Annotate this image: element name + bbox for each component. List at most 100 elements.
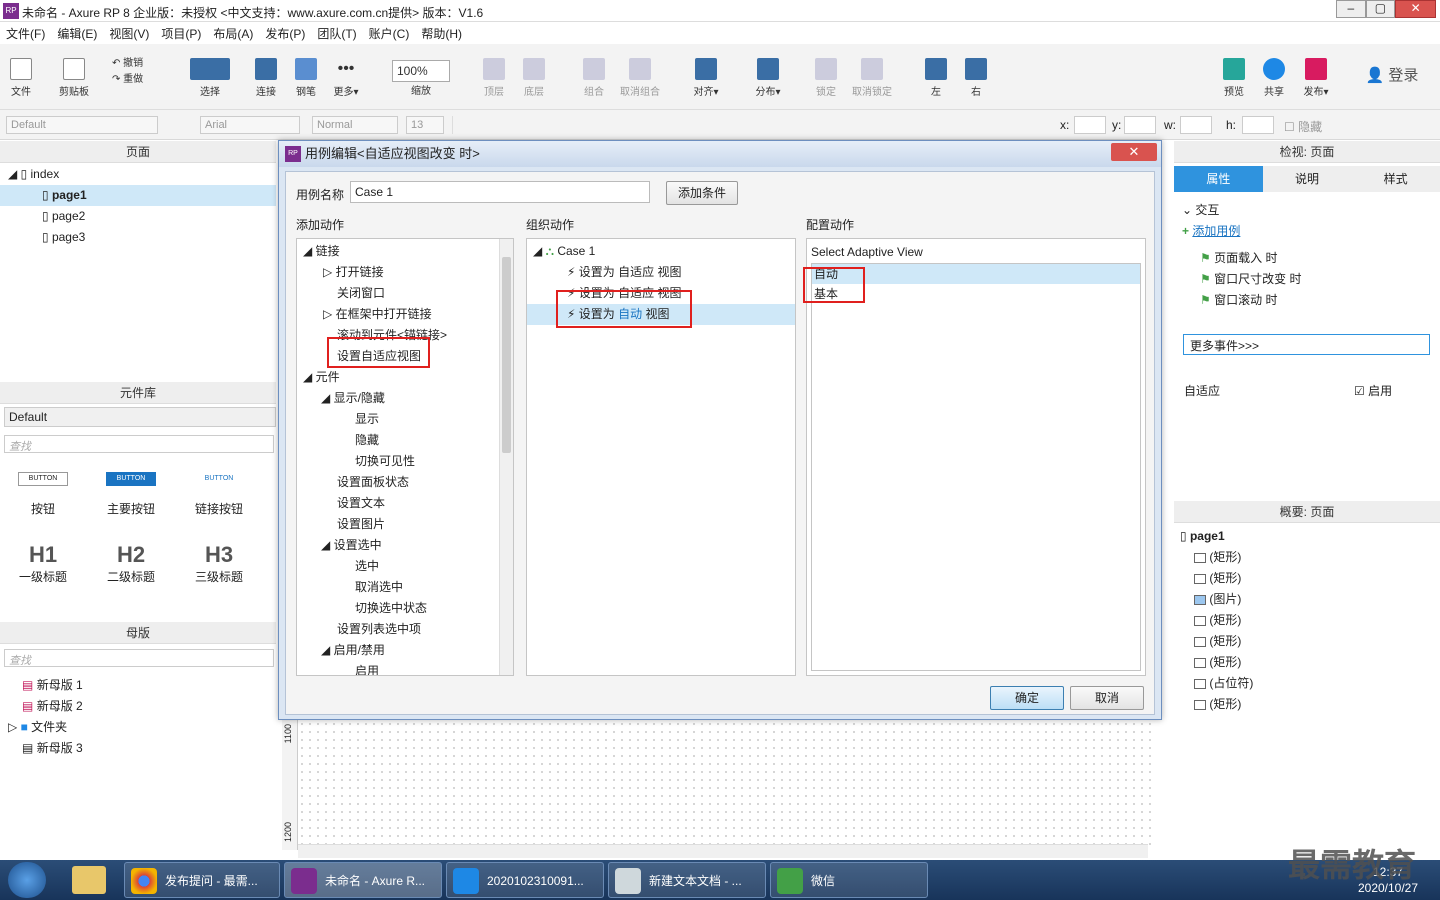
outline-item[interactable]: (矩形): [1180, 631, 1430, 652]
action-hide[interactable]: 隐藏: [303, 430, 493, 451]
close-button[interactable]: ✕: [1395, 0, 1436, 18]
action-open-in-frame[interactable]: ▷ 在框架中打开链接: [303, 304, 493, 325]
ungroup-button[interactable]: 取消组合: [618, 58, 662, 98]
action-unselect[interactable]: 取消选中: [303, 577, 493, 598]
minimize-button[interactable]: –: [1336, 0, 1366, 18]
tab-style[interactable]: 样式: [1351, 166, 1440, 192]
task-axure[interactable]: 未命名 - Axure R...: [284, 862, 442, 898]
menu-help[interactable]: 帮助(H): [415, 22, 468, 45]
redo-button[interactable]: ↷ 重做: [112, 70, 152, 85]
menu-file[interactable]: 文件(F): [0, 22, 51, 45]
event-window-resize[interactable]: ⚑ 窗口尺寸改变 时: [1182, 269, 1432, 290]
case-name-input[interactable]: Case 1: [350, 181, 650, 203]
event-window-scroll[interactable]: ⚑ 窗口滚动 时: [1182, 290, 1432, 311]
task-wechat[interactable]: 微信: [770, 862, 928, 898]
master-folder[interactable]: ▷ ■ 文件夹: [0, 717, 276, 738]
page-index[interactable]: ◢ ▯ index: [0, 164, 276, 185]
widget-h1[interactable]: H1 一级标题: [18, 542, 68, 585]
outline-item[interactable]: (占位符): [1180, 673, 1430, 694]
x-field[interactable]: [1074, 116, 1106, 134]
select-tool[interactable]: 选择: [178, 58, 242, 98]
canvas-h-scrollbar[interactable]: [298, 844, 1148, 858]
action-show[interactable]: 显示: [303, 409, 493, 430]
widget-primary-button[interactable]: BUTTON 主要按钮: [106, 472, 156, 517]
action-toggle-selected[interactable]: 切换选中状态: [303, 598, 493, 619]
font-select[interactable]: Arial: [200, 116, 300, 134]
org-action-item[interactable]: ⚡ 设置为 自适应 视图: [527, 262, 795, 283]
action-toggle-visibility[interactable]: 切换可见性: [303, 451, 493, 472]
action-set-list-selection[interactable]: 设置列表选中项: [303, 619, 493, 640]
action-close-window[interactable]: 关闭窗口: [303, 283, 493, 304]
action-tree-scrollbar[interactable]: [499, 239, 513, 675]
send-bottom-button[interactable]: 底层: [520, 58, 548, 98]
action-enable-disable[interactable]: ◢ 启用/禁用: [303, 640, 493, 661]
hide-checkbox[interactable]: ☐ 隐藏: [1284, 118, 1322, 135]
publish-button[interactable]: 发布▾: [1298, 58, 1334, 98]
maximize-button[interactable]: ▢: [1365, 0, 1396, 18]
file-explorer-icon[interactable]: [72, 866, 106, 894]
action-group-link[interactable]: ◢ 链接: [303, 241, 493, 262]
widget-link-button[interactable]: BUTTON 链接按钮: [194, 472, 244, 517]
w-field[interactable]: [1180, 116, 1212, 134]
right-button[interactable]: 右: [962, 58, 990, 98]
style-select[interactable]: Default: [6, 116, 158, 134]
left-button[interactable]: 左: [922, 58, 950, 98]
task-notepad[interactable]: 新建文本文档 - ...: [608, 862, 766, 898]
bring-top-button[interactable]: 顶层: [480, 58, 508, 98]
action-group-widgets[interactable]: ◢ 元件: [303, 367, 493, 388]
login-button[interactable]: 👤 登录: [1362, 64, 1422, 85]
align-button[interactable]: 对齐▾: [688, 58, 724, 98]
more-tools[interactable]: ••• 更多▾: [330, 58, 362, 98]
library-select[interactable]: Default: [4, 407, 276, 427]
outline-item[interactable]: (矩形): [1180, 547, 1430, 568]
menu-publish[interactable]: 发布(P): [259, 22, 311, 45]
page-item-page1[interactable]: ▯ page1: [0, 185, 276, 206]
clipboard-button[interactable]: 剪贴板: [56, 58, 92, 98]
h-field[interactable]: [1242, 116, 1274, 134]
library-search[interactable]: 查找: [4, 435, 274, 453]
interaction-toggle[interactable]: ⌄ 交互: [1182, 200, 1432, 221]
action-set-text[interactable]: 设置文本: [303, 493, 493, 514]
format-buttons[interactable]: [452, 116, 1052, 134]
file-button[interactable]: 文件: [6, 58, 36, 98]
outline-item[interactable]: (矩形): [1180, 610, 1430, 631]
weight-select[interactable]: Normal: [312, 116, 398, 134]
tab-properties[interactable]: 属性: [1174, 166, 1263, 192]
unlock-button[interactable]: 取消锁定: [850, 58, 894, 98]
connect-tool[interactable]: 连接: [252, 58, 280, 98]
group-button[interactable]: 组合: [580, 58, 608, 98]
action-show-hide[interactable]: ◢ 显示/隐藏: [303, 388, 493, 409]
menu-view[interactable]: 视图(V): [103, 22, 155, 45]
adaptive-enable-checkbox[interactable]: ☑ 启用: [1354, 382, 1392, 399]
action-set-selected[interactable]: ◢ 设置选中: [303, 535, 493, 556]
menu-project[interactable]: 项目(P): [155, 22, 207, 45]
tab-notes[interactable]: 说明: [1263, 166, 1352, 192]
widget-h2[interactable]: H2 二级标题: [106, 542, 156, 585]
outline-item[interactable]: (矩形): [1180, 694, 1430, 715]
action-open-link[interactable]: ▷ 打开链接: [303, 262, 493, 283]
widget-h3[interactable]: H3 三级标题: [194, 542, 244, 585]
task-editor[interactable]: 2020102310091...: [446, 862, 604, 898]
outline-page[interactable]: ▯ page1: [1180, 526, 1430, 547]
action-select[interactable]: 选中: [303, 556, 493, 577]
page-item-page3[interactable]: ▯ page3: [0, 227, 276, 248]
masters-search[interactable]: 查找: [4, 649, 274, 667]
zoom-select[interactable]: 100%: [392, 60, 450, 82]
outline-item[interactable]: (矩形): [1180, 652, 1430, 673]
action-set-image[interactable]: 设置图片: [303, 514, 493, 535]
size-select[interactable]: 13: [406, 116, 444, 134]
add-case-link[interactable]: + 添加用例: [1182, 221, 1432, 242]
master-item[interactable]: ▤ 新母版 1: [0, 675, 276, 696]
y-field[interactable]: [1124, 116, 1156, 134]
event-page-load[interactable]: ⚑ 页面载入 时: [1182, 248, 1432, 269]
undo-button[interactable]: ↶ 撤销: [112, 54, 152, 69]
outline-item[interactable]: (矩形): [1180, 568, 1430, 589]
lock-button[interactable]: 锁定: [812, 58, 840, 98]
distribute-button[interactable]: 分布▾: [750, 58, 786, 98]
master-item[interactable]: ▤ 新母版 2: [0, 696, 276, 717]
design-canvas[interactable]: [282, 720, 1154, 850]
menu-arrange[interactable]: 布局(A): [207, 22, 259, 45]
widget-button[interactable]: BUTTON 按钮: [18, 472, 68, 517]
case-node[interactable]: ◢ ⛬ Case 1: [527, 241, 795, 262]
action-enable[interactable]: 启用: [303, 661, 493, 675]
